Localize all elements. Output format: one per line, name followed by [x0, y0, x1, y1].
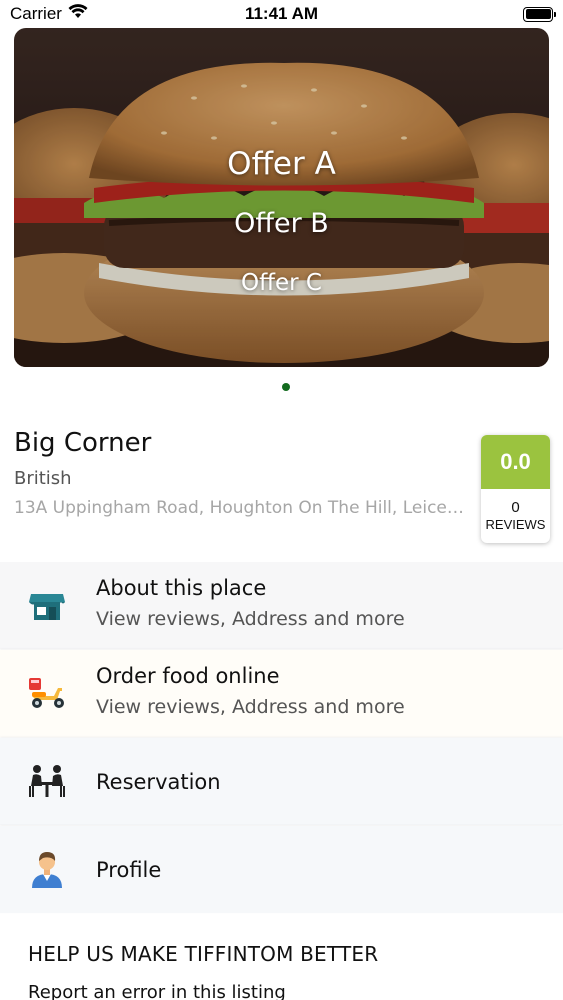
offer-c-label: Offer C — [241, 270, 322, 296]
offer-a-label: Offer A — [227, 146, 336, 182]
rating-badge[interactable]: 0.0 0 REVIEWS — [481, 435, 550, 543]
rating-score: 0.0 — [481, 435, 550, 489]
report-error-link[interactable]: Report an error in this listing — [28, 982, 286, 1000]
menu-item-title: Order food online — [96, 664, 280, 688]
help-heading: HELP US MAKE TIFFINTOM BETTER — [28, 942, 379, 966]
profile-icon — [26, 848, 68, 890]
status-time: 11:41 AM — [244, 4, 319, 23]
status-left: Carrier — [10, 4, 88, 24]
offer-banner[interactable]: Offer A Offer B Offer C — [14, 28, 549, 367]
menu-item-title: Profile — [96, 858, 162, 882]
status-bar: Carrier 11:41 AM — [0, 0, 563, 28]
carousel-page-dot[interactable] — [282, 383, 290, 391]
reviews-label: REVIEWS — [485, 517, 546, 532]
restaurant-name: Big Corner — [14, 428, 152, 458]
burger-photo — [14, 28, 549, 367]
menu-item-reservation[interactable]: Reservation — [0, 738, 563, 825]
menu-item-profile[interactable]: Profile — [0, 826, 563, 913]
menu-item-subtitle: View reviews, Address and more — [96, 608, 405, 630]
offer-b-label: Offer B — [234, 208, 329, 239]
store-icon — [26, 585, 68, 627]
delivery-scooter-icon — [26, 672, 68, 714]
battery-icon — [523, 6, 556, 22]
menu-item-about[interactable]: About this place View reviews, Address a… — [0, 562, 563, 649]
carrier-label: Carrier — [10, 4, 62, 23]
wifi-icon — [68, 4, 88, 24]
restaurant-cuisine: British — [14, 468, 72, 489]
dining-table-icon — [26, 760, 68, 802]
menu-item-title: About this place — [96, 576, 267, 600]
review-count: 0 — [511, 499, 520, 516]
restaurant-address: 13A Uppingham Road, Houghton On The Hill… — [14, 498, 466, 518]
menu-item-title: Reservation — [96, 770, 221, 794]
menu-item-subtitle: View reviews, Address and more — [96, 696, 405, 718]
menu-item-order-online[interactable]: Order food online View reviews, Address … — [0, 650, 563, 737]
